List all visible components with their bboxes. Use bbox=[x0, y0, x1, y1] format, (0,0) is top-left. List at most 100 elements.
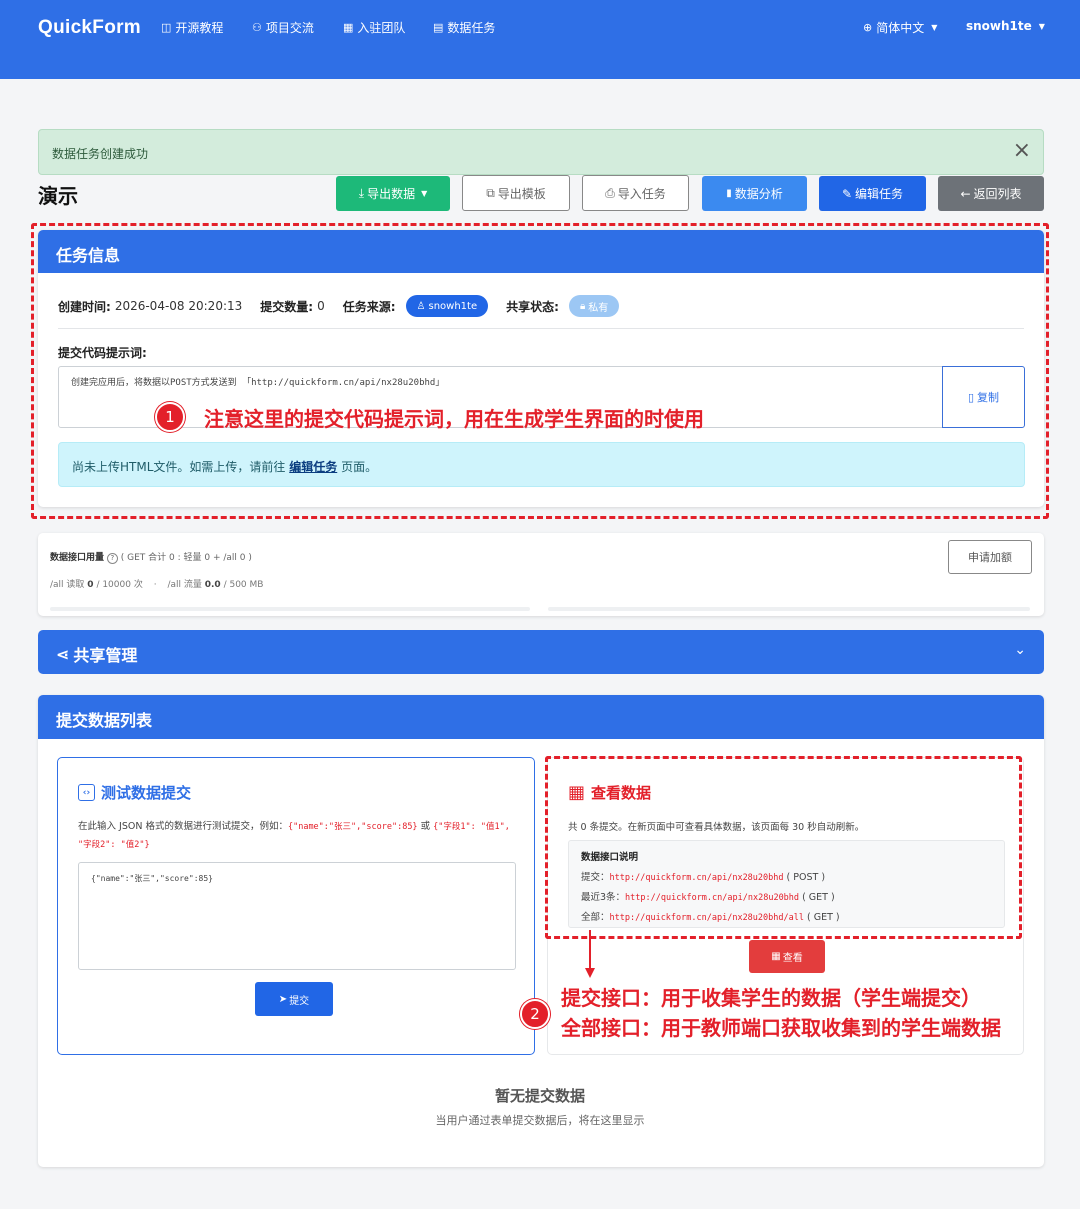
edit-task-button[interactable]: ✎ 编辑任务 bbox=[819, 176, 926, 211]
api-info-title: 数据接口说明 bbox=[581, 852, 639, 863]
annotation-badge-2: 2 bbox=[520, 999, 550, 1029]
lock-icon: 🔒︎ bbox=[579, 300, 586, 312]
reads-label: /all 读取 bbox=[50, 580, 85, 590]
api-info-box: 数据接口说明 提交：http://quickform.cn/api/nx28u2… bbox=[568, 840, 1005, 928]
brand-logo[interactable]: QuickForm bbox=[38, 17, 141, 39]
nav-item-community[interactable]: ⚇ 项目交流 bbox=[252, 19, 314, 36]
source-badge[interactable]: ♙ snowh1te bbox=[405, 295, 489, 317]
api-row-url[interactable]: http://quickform.cn/api/nx28u20bhd bbox=[610, 873, 784, 883]
test-submit-title: ‹› 测试数据提交 bbox=[78, 782, 191, 803]
submission-list-header: 提交数据列表 bbox=[38, 695, 1044, 739]
database-icon: ▤ bbox=[433, 21, 444, 34]
api-row-all: 全部：http://quickform.cn/api/nx28u20bhd/al… bbox=[581, 908, 992, 928]
annotation-text-2-line1: 提交接口：用于收集学生的数据（学生端提交） bbox=[561, 986, 981, 1010]
nav-item-tutorial[interactable]: ◫ 开源教程 bbox=[161, 19, 223, 36]
nav-item-label: 开源教程 bbox=[175, 21, 224, 35]
import-task-button[interactable]: ⎙ 导入任务 bbox=[582, 175, 689, 211]
view-data-button[interactable]: ▦ 查看 bbox=[749, 940, 825, 973]
data-analysis-button[interactable]: ▮ 数据分析 bbox=[702, 176, 807, 211]
user-icon: ♙ bbox=[416, 300, 426, 312]
close-icon[interactable]: × bbox=[1013, 138, 1031, 163]
export-data-label: 导出数据 bbox=[367, 187, 416, 201]
import-task-label: 导入任务 bbox=[617, 186, 666, 201]
submit-button[interactable]: ➤ 提交 bbox=[255, 982, 333, 1016]
caret-down-icon: ▼ bbox=[931, 23, 938, 32]
nav-item-data-tasks[interactable]: ▤ 数据任务 bbox=[433, 19, 495, 36]
task-info-card: 任务信息 创建时间: 2026-04-08 20:20:13 提交数量: 0 任… bbox=[38, 230, 1044, 507]
share-management-panel[interactable]: ⋖ 共享管理 ⌄ bbox=[38, 630, 1044, 674]
test-submit-description: 在此输入 JSON 格式的数据进行测试提交，例如：{"name":"张三","s… bbox=[78, 818, 518, 854]
caret-down-icon: ▼ bbox=[1038, 21, 1045, 31]
info-prefix: 尚未上传HTML文件。如需上传，请前往 bbox=[72, 460, 286, 474]
copy-label: 复制 bbox=[977, 391, 1000, 404]
users-icon: ⚇ bbox=[252, 21, 262, 34]
submit-label: 提交 bbox=[289, 995, 310, 1007]
annotation-badge-1: 1 bbox=[155, 402, 185, 432]
api-row-submit: 提交：http://quickform.cn/api/nx28u20bhd ( … bbox=[581, 868, 992, 888]
traffic-progress-bar bbox=[548, 607, 1030, 611]
api-row-label: 全部： bbox=[581, 912, 610, 923]
download-icon: ⤓ bbox=[358, 186, 365, 200]
language-label: 简体中文 bbox=[876, 21, 925, 35]
usage-title-detail: ( GET 合计 0 : 轻量 0 + /all 0 ) bbox=[120, 553, 252, 563]
reads-value: 0 bbox=[87, 580, 94, 590]
count-label: 提交数量: bbox=[260, 299, 314, 314]
created-label: 创建时间: bbox=[58, 299, 111, 314]
usage-title: 数据接口用量 ? ( GET 合计 0 : 轻量 0 + /all 0 ) bbox=[50, 550, 252, 564]
user-dropdown[interactable]: snowh1te ▼ bbox=[966, 19, 1045, 33]
test-submit-title-label: 测试数据提交 bbox=[101, 784, 192, 802]
api-row-url[interactable]: http://quickform.cn/api/nx28u20bhd/all bbox=[610, 913, 804, 923]
usage-title-label: 数据接口用量 bbox=[50, 553, 105, 563]
count-value: 0 bbox=[317, 299, 325, 313]
data-analysis-label: 数据分析 bbox=[734, 187, 783, 201]
building-icon: ▦ bbox=[343, 21, 354, 34]
help-icon[interactable]: ? bbox=[106, 552, 118, 564]
api-row-label: 最近3条： bbox=[581, 892, 626, 903]
back-to-list-button[interactable]: ← 返回列表 bbox=[938, 176, 1044, 211]
page-title: 演示 bbox=[38, 184, 78, 208]
share-title: ⋖ 共享管理 bbox=[56, 642, 137, 666]
source-label: 任务来源: bbox=[342, 299, 396, 314]
api-row-label: 提交： bbox=[581, 872, 610, 883]
json-input-textarea[interactable]: {"name":"张三","score":85} bbox=[78, 862, 516, 970]
export-data-button[interactable]: ⤓ 导出数据 ▼ bbox=[336, 176, 450, 211]
bar-chart-icon: ▮ bbox=[726, 188, 732, 199]
example-json-1: {"name":"张三","score":85} bbox=[287, 822, 418, 832]
upload-icon: ⎙ bbox=[605, 185, 615, 200]
task-meta-row: 创建时间: 2026-04-08 20:20:13 提交数量: 0 任务来源: … bbox=[58, 295, 637, 317]
code-icon: ‹› bbox=[78, 784, 95, 801]
api-row-method: ( POST ) bbox=[786, 872, 826, 883]
table-icon: ▦ bbox=[771, 951, 781, 962]
info-suffix: 页面。 bbox=[341, 460, 378, 474]
language-dropdown[interactable]: ⊕ 简体中文 ▼ bbox=[863, 19, 937, 36]
alert-message: 数据任务创建成功 bbox=[52, 147, 149, 161]
edit-task-label: 编辑任务 bbox=[855, 187, 904, 201]
request-quota-button[interactable]: 申请加额 bbox=[948, 540, 1032, 574]
view-data-description: 共 0 条提交。在新页面中可查看具体数据，该页面每 30 秒自动刷新。 bbox=[568, 822, 865, 833]
annotation-text-1: 注意这里的提交代码提示词，用在生成学生界面的时使用 bbox=[204, 407, 704, 431]
traffic-value: 0.0 bbox=[204, 580, 221, 590]
created-value: 2026-04-08 20:20:13 bbox=[114, 299, 243, 313]
nav-item-label: 项目交流 bbox=[265, 21, 314, 35]
api-row-method: ( GET ) bbox=[807, 912, 840, 923]
username-label: snowh1te bbox=[966, 19, 1032, 33]
reads-progress-bar bbox=[50, 607, 530, 611]
desc-prefix: 在此输入 JSON 格式的数据进行测试提交，例如： bbox=[78, 821, 288, 832]
stats-separator: · bbox=[153, 580, 157, 590]
book-icon: ◫ bbox=[161, 21, 172, 34]
export-template-button[interactable]: ⧉ 导出模板 bbox=[462, 175, 570, 211]
api-row-method: ( GET ) bbox=[802, 892, 835, 903]
chevron-down-icon[interactable]: ⌄ bbox=[1014, 642, 1026, 658]
view-label: 查看 bbox=[782, 953, 803, 964]
nav-item-label: 入驻团队 bbox=[357, 21, 406, 35]
view-data-title-label: 查看数据 bbox=[591, 784, 652, 802]
empty-state-title: 暂无提交数据 bbox=[494, 1087, 585, 1105]
share-title-label: 共享管理 bbox=[73, 646, 138, 665]
arrow-left-icon: ← bbox=[960, 186, 971, 201]
nav-item-teams[interactable]: ▦ 入驻团队 bbox=[343, 19, 405, 36]
test-submit-panel: ‹› 测试数据提交 在此输入 JSON 格式的数据进行测试提交，例如：{"nam… bbox=[57, 757, 535, 1055]
api-row-url[interactable]: http://quickform.cn/api/nx28u20bhd bbox=[625, 893, 799, 903]
edit-task-link[interactable]: 编辑任务 bbox=[289, 460, 337, 474]
reads-limit: / 10000 次 bbox=[96, 580, 143, 590]
copy-button[interactable]: ▯ 复制 bbox=[942, 366, 1025, 428]
